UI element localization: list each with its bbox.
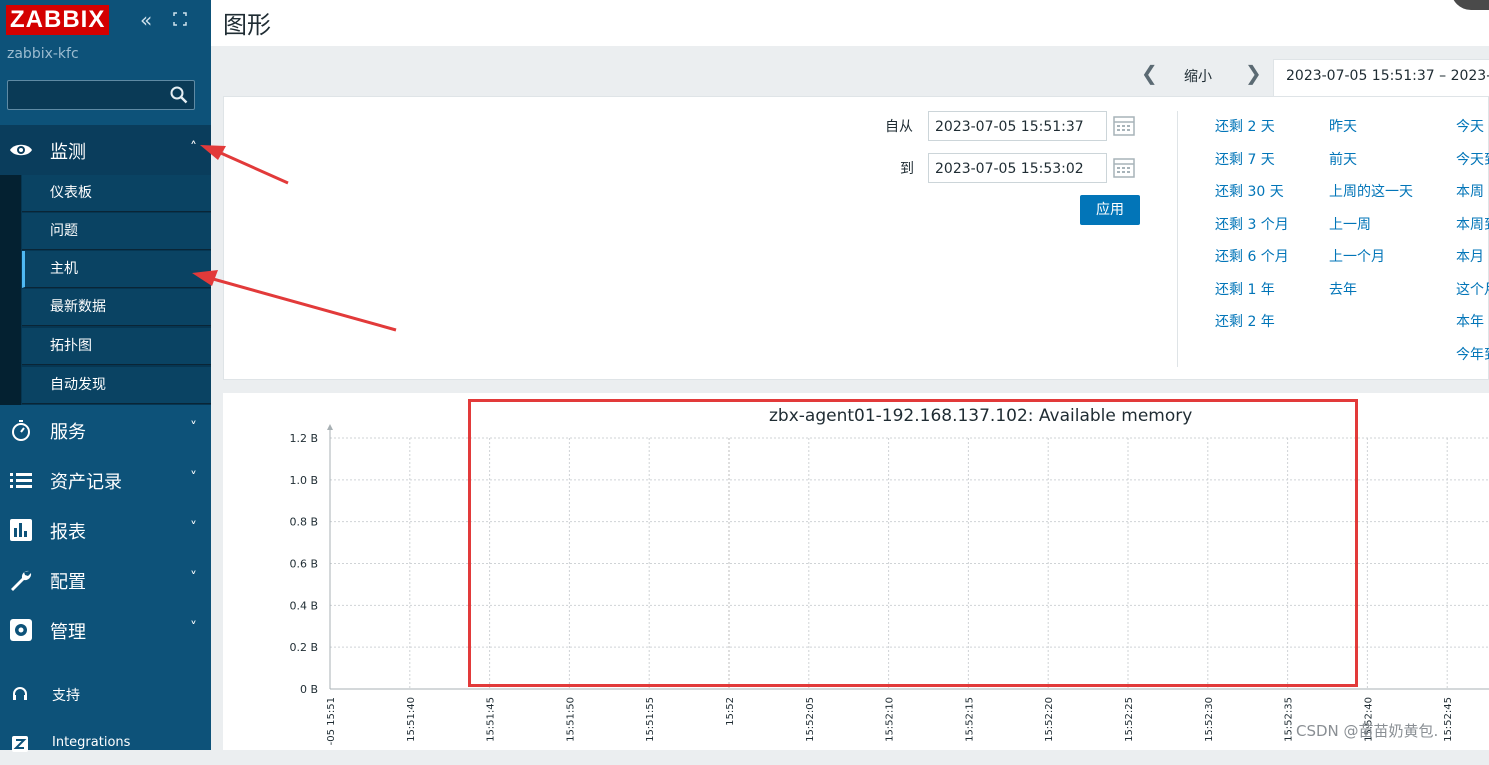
annotation-arrow [200,145,289,185]
annotation-overlay [192,145,397,332]
watermark: CSDN @苗苗奶黄包. [1296,722,1439,740]
annotation-arrow [192,270,397,332]
